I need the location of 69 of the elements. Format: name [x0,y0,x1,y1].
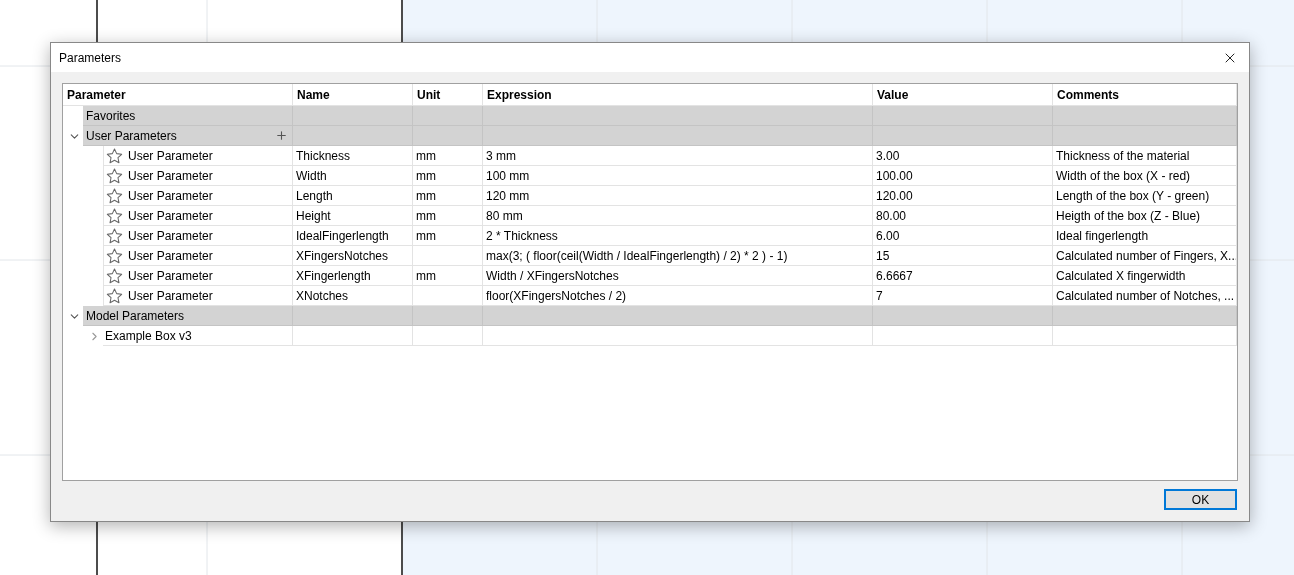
table-cell: 15 [873,246,1053,266]
table-cell: 80.00 [873,206,1053,226]
star-icon[interactable] [106,187,123,204]
table-cell: Width [293,166,413,186]
table-cell: Heigth of the box (Z - Blue) [1053,206,1237,226]
parameter-type: User Parameter [128,168,213,183]
group-label: Model Parameters [86,308,185,323]
parameter-type: User Parameter [128,148,213,163]
parameter-type: User Parameter [128,288,213,303]
table-cell: XFingersNotches [293,246,413,266]
table-cell: IdealFingerlength [293,226,413,246]
table-cell: Calculated number of Notches, ... [1053,286,1237,306]
table-cell: 7 [873,286,1053,306]
table-cell [413,286,483,306]
parameter-type: User Parameter [128,188,213,203]
parameter-type: User Parameter [128,228,213,243]
table-cell: 2 * Thickness [483,226,873,246]
ok-button[interactable]: OK [1164,489,1237,510]
add-icon[interactable] [274,128,288,143]
table-cell: mm [413,146,483,166]
table-cell: Thickness of the material [1053,146,1237,166]
parameter-type: User Parameter [128,248,213,263]
star-icon[interactable] [106,267,123,284]
star-icon[interactable] [106,287,123,304]
table-cell: 120 mm [483,186,873,206]
parameter-type: User Parameter [128,268,213,283]
table-cell: max(3; ( floor(ceil(Width / IdealFingerlength) / 2) * 2 ) - 1) [483,246,873,266]
group-header[interactable]: User Parameters [83,126,293,146]
star-icon[interactable] [106,147,123,164]
table-cell: Calculated X fingerwidth [1053,266,1237,286]
parameter-type: User Parameter [128,208,213,223]
table-cell [413,126,483,146]
star-icon[interactable] [106,247,123,264]
table-cell [413,246,483,266]
table-cell: floor(XFingersNotches / 2) [483,286,873,306]
table-cell: 3.00 [873,146,1053,166]
table-cell: 6.00 [873,226,1053,246]
table-cell: 100 mm [483,166,873,186]
table-cell: 6.6667 [873,266,1053,286]
table-cell: XNotches [293,286,413,306]
table-cell: 80 mm [483,206,873,226]
table-cell: mm [413,206,483,226]
table-cell: XFingerlength [293,266,413,286]
table-cell: 3 mm [483,146,873,166]
table-cell [413,326,483,346]
table-cell: Ideal fingerlength [1053,226,1237,246]
window-title: Parameters [59,50,122,65]
table-cell: mm [413,266,483,286]
table-cell: Thickness [293,146,413,166]
star-icon[interactable] [106,167,123,184]
table-cell: mm [413,186,483,206]
table-cell [413,106,483,126]
star-icon[interactable] [106,207,123,224]
table-cell: Length [293,186,413,206]
table-cell: 100.00 [873,166,1053,186]
star-icon[interactable] [106,227,123,244]
table-cell: mm [413,226,483,246]
table-cell: 120.00 [873,186,1053,206]
table-cell: Width of the box (X - red) [1053,166,1237,186]
table-cell: Length of the box (Y - green) [1053,186,1237,206]
group-label: Favorites [86,108,136,123]
group-label: User Parameters [86,128,177,143]
table-cell: Height [293,206,413,226]
component-label: Example Box v3 [105,328,192,343]
group-header[interactable]: Favorites [83,106,293,126]
table-cell: Width / XFingersNotches [483,266,873,286]
table-cell [413,306,483,326]
table-cell: mm [413,166,483,186]
group-header[interactable]: Model Parameters [83,306,293,326]
